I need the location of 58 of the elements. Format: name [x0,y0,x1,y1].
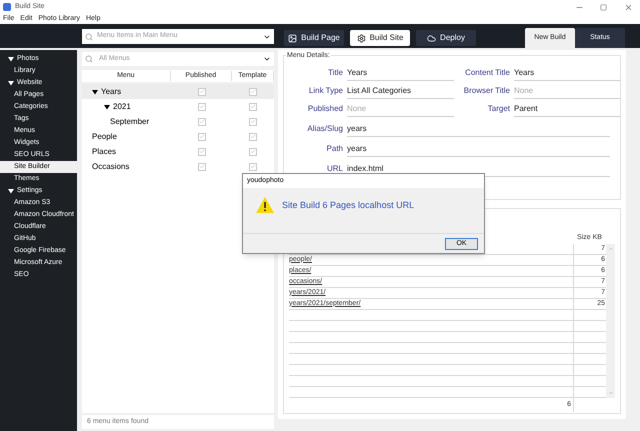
text-field[interactable]: years [347,121,610,137]
checkbox[interactable] [249,118,258,126]
checkbox[interactable] [249,132,258,140]
checkbox[interactable] [198,132,206,140]
toolbar-button[interactable]: Build Page [284,30,344,46]
field-label: Link Type [308,85,344,97]
menu-name: September [110,116,150,128]
search-icon [85,55,93,63]
field-label: Alias/Slug [306,123,344,135]
scroll-up-icon[interactable] [608,246,614,252]
text-field[interactable]: Years [347,65,454,81]
dialog-message: Site Build 6 Pages localhost URL [282,199,414,212]
field-label: Content Title [464,67,511,79]
toolbar-button[interactable]: Deploy [416,30,476,46]
app-icon [3,3,11,11]
checkbox[interactable] [198,88,206,96]
field-label: Title [327,67,344,79]
warning-icon [256,197,274,213]
close-icon[interactable] [624,2,633,12]
dropdown-icon [263,55,271,63]
image-icon [288,34,298,42]
gear-icon [356,34,366,42]
checkbox[interactable] [249,148,258,156]
field-label: URL [326,163,344,175]
checkbox[interactable] [249,162,258,170]
scrollbar[interactable] [606,244,615,398]
field-label: Path [326,143,344,155]
field-label: Published [306,103,344,115]
text-field[interactable]: List All Categories [347,83,454,99]
toolbar-button[interactable]: Build Site [350,30,410,46]
menu-name: People [92,130,117,142]
menu-name: Years [101,86,122,98]
checkbox[interactable] [249,88,258,96]
menu-name: 2021 [113,100,131,112]
checkbox[interactable] [198,102,206,110]
text-field[interactable]: None [347,101,454,117]
field-label: Browser Title [462,85,511,97]
cloud-icon [427,34,436,42]
search-icon [85,32,93,40]
menu-name: Places [92,146,116,158]
scroll-down-icon[interactable] [608,390,614,396]
expanded-triangle-icon[interactable] [8,188,14,194]
menu-row[interactable]: Years [82,84,274,99]
text-field[interactable]: Years [514,65,621,81]
text-field[interactable]: None [514,83,621,99]
expanded-triangle-icon[interactable] [104,104,110,110]
expanded-triangle-icon[interactable] [8,80,14,86]
checkbox[interactable] [198,162,206,170]
text-field[interactable]: Parent [514,101,621,117]
menu-name: Occasions [92,160,130,172]
expanded-triangle-icon[interactable] [92,88,98,94]
checkbox[interactable] [198,148,206,156]
text-field[interactable]: years [347,141,610,157]
checkbox[interactable] [249,102,258,110]
field-label: Target [486,103,511,115]
checkbox[interactable] [198,118,206,126]
expanded-triangle-icon[interactable] [8,56,14,62]
maximize-icon[interactable] [600,4,607,10]
